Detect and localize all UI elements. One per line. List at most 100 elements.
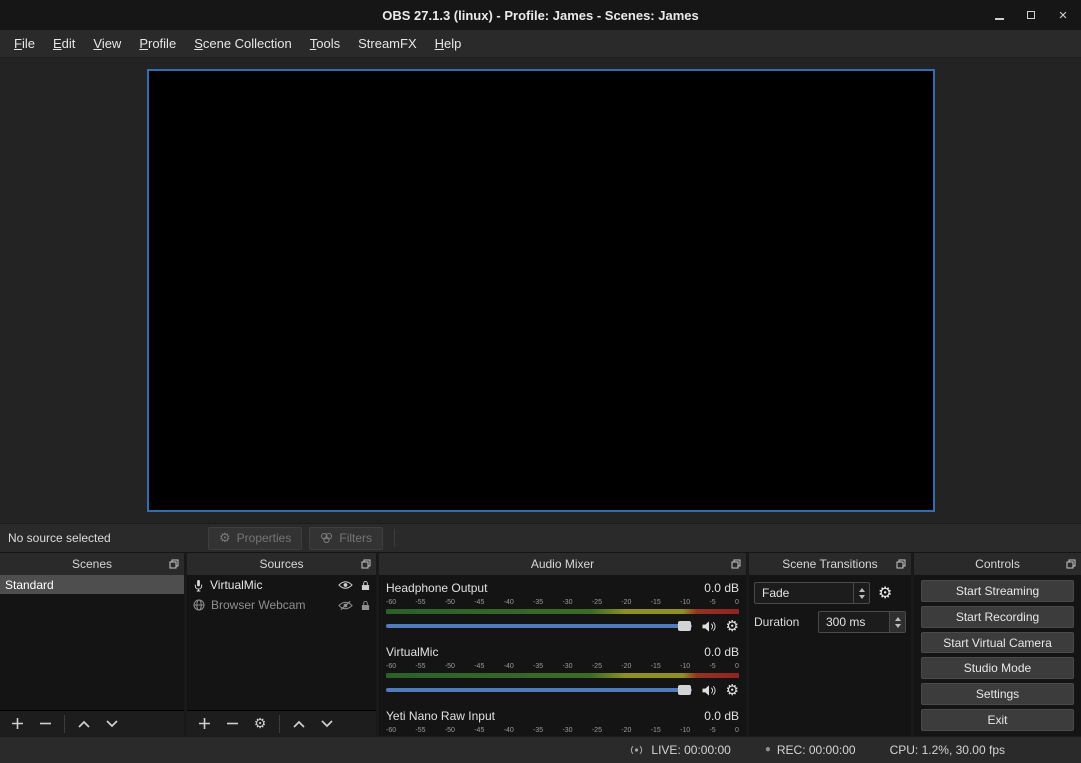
scale-tick: -5 [709, 598, 715, 607]
speaker-icon[interactable] [701, 684, 717, 697]
scale-tick: -25 [592, 726, 602, 735]
lock-icon[interactable] [361, 580, 370, 591]
start-virtual-camera-button[interactable]: Start Virtual Camera [921, 632, 1074, 654]
record-dot-icon: ● [765, 745, 771, 755]
scale-tick: -30 [562, 726, 572, 735]
menu-scene-collection[interactable]: Scene Collection [185, 32, 301, 55]
mixer-channel-yeti-nano: Yeti Nano Raw Input 0.0 dB -60-55-50-45-… [386, 709, 739, 736]
scale-tick: 0 [735, 598, 739, 607]
transition-gear-icon[interactable]: ⚙ [878, 585, 892, 601]
scale-tick: -10 [680, 662, 690, 671]
transition-select[interactable]: Fade [754, 582, 870, 604]
properties-button[interactable]: ⚙ Properties [208, 527, 302, 550]
filters-button[interactable]: Filters [309, 527, 383, 550]
scale-tick: -45 [474, 726, 484, 735]
close-button[interactable]: × [1053, 5, 1073, 25]
studio-mode-button[interactable]: Studio Mode [921, 657, 1074, 679]
scale-tick: -20 [621, 726, 631, 735]
scenes-dock-title: Scenes [72, 557, 112, 571]
eye-slash-icon[interactable] [338, 600, 353, 611]
move-source-up-button[interactable] [286, 713, 312, 735]
microphone-icon [193, 579, 204, 592]
sources-dock-body: VirtualMic [187, 575, 376, 736]
audio-mixer-header: Audio Mixer [379, 553, 746, 575]
menu-edit[interactable]: Edit [44, 32, 84, 55]
spin-arrows[interactable] [889, 612, 905, 632]
add-source-button[interactable] [191, 713, 217, 735]
start-recording-button[interactable]: Start Recording [921, 606, 1074, 628]
gear-icon[interactable]: ⚙ [726, 683, 739, 698]
window-controls: × [989, 0, 1073, 30]
audio-mixer-title: Audio Mixer [531, 557, 594, 571]
remove-source-button[interactable] [219, 713, 245, 735]
scenes-dock-header: Scenes [0, 553, 184, 575]
scale-tick: -45 [474, 598, 484, 607]
scale-tick: -10 [680, 726, 690, 735]
move-source-down-button[interactable] [314, 713, 340, 735]
popout-icon[interactable] [1066, 559, 1076, 569]
start-streaming-button[interactable]: Start Streaming [921, 580, 1074, 602]
sources-dock-header: Sources [187, 553, 376, 575]
scene-item-standard[interactable]: Standard [0, 575, 184, 594]
scenes-dock: Scenes Standard [0, 553, 184, 736]
source-item-browser-webcam[interactable]: Browser Webcam [187, 595, 376, 615]
popout-icon[interactable] [169, 559, 179, 569]
scale-tick: -50 [445, 662, 455, 671]
scale-tick: -5 [709, 726, 715, 735]
no-source-label: No source selected [8, 531, 201, 545]
remove-scene-button[interactable] [32, 713, 58, 735]
controls-dock-header: Controls [914, 553, 1081, 575]
move-scene-up-button[interactable] [71, 713, 97, 735]
gear-icon[interactable]: ⚙ [726, 619, 739, 634]
scene-transitions-dock: Scene Transitions Fade ⚙ Duration 300 ms [749, 553, 911, 736]
eye-icon[interactable] [338, 580, 353, 590]
source-properties-button[interactable]: ⚙ [247, 713, 273, 735]
preview-canvas[interactable] [147, 69, 935, 512]
scale-tick: -25 [592, 662, 602, 671]
exit-button[interactable]: Exit [921, 709, 1074, 731]
menu-help[interactable]: Help [426, 32, 471, 55]
audio-mixer-dock: Audio Mixer Headphone Output 0.0 dB -60-… [379, 553, 746, 736]
menu-streamfx[interactable]: StreamFX [349, 32, 426, 55]
lock-icon[interactable] [361, 600, 370, 611]
combo-arrows-icon [853, 583, 869, 603]
minimize-icon [995, 18, 1004, 20]
popout-icon[interactable] [731, 559, 741, 569]
menu-tools[interactable]: Tools [301, 32, 349, 55]
scale-tick: -20 [621, 662, 631, 671]
add-scene-button[interactable] [4, 713, 30, 735]
scale-tick: -35 [533, 598, 543, 607]
toolbar-separator [394, 529, 395, 547]
speaker-icon[interactable] [701, 620, 717, 633]
duration-spinbox[interactable]: 300 ms [818, 611, 906, 633]
mixer-db-scale: -60-55-50-45-40-35-30-25-20-15-10-50 [386, 726, 739, 735]
popout-icon[interactable] [896, 559, 906, 569]
source-item-virtualmic[interactable]: VirtualMic [187, 575, 376, 595]
scenes-list: Standard [0, 575, 184, 710]
scale-tick: -20 [621, 598, 631, 607]
minimize-button[interactable] [989, 5, 1009, 25]
scale-tick: -60 [386, 726, 396, 735]
volume-slider[interactable] [386, 624, 692, 628]
settings-button[interactable]: Settings [921, 683, 1074, 705]
menu-profile[interactable]: Profile [130, 32, 185, 55]
volume-slider-handle[interactable] [678, 685, 691, 695]
mixer-db-scale: -60-55-50-45-40-35-30-25-20-15-10-50 [386, 598, 739, 607]
move-scene-down-button[interactable] [99, 713, 125, 735]
popout-icon[interactable] [361, 559, 371, 569]
scenes-toolbar [0, 710, 184, 736]
mixer-channel-name: Yeti Nano Raw Input [386, 709, 495, 723]
scale-tick: -30 [562, 598, 572, 607]
menu-view[interactable]: View [84, 32, 130, 55]
maximize-button[interactable] [1021, 5, 1041, 25]
mixer-channel-name: Headphone Output [386, 581, 487, 595]
close-icon: × [1059, 8, 1068, 23]
scale-tick: -15 [651, 662, 661, 671]
volume-slider-handle[interactable] [678, 621, 691, 631]
dock-area: Scenes Standard So [0, 552, 1081, 736]
volume-slider[interactable] [386, 688, 692, 692]
mixer-channel-name: VirtualMic [386, 645, 438, 659]
status-bar: LIVE: 00:00:00 ● REC: 00:00:00 CPU: 1.2%… [0, 736, 1081, 763]
filters-label: Filters [339, 531, 372, 545]
menu-file[interactable]: File [5, 32, 44, 55]
